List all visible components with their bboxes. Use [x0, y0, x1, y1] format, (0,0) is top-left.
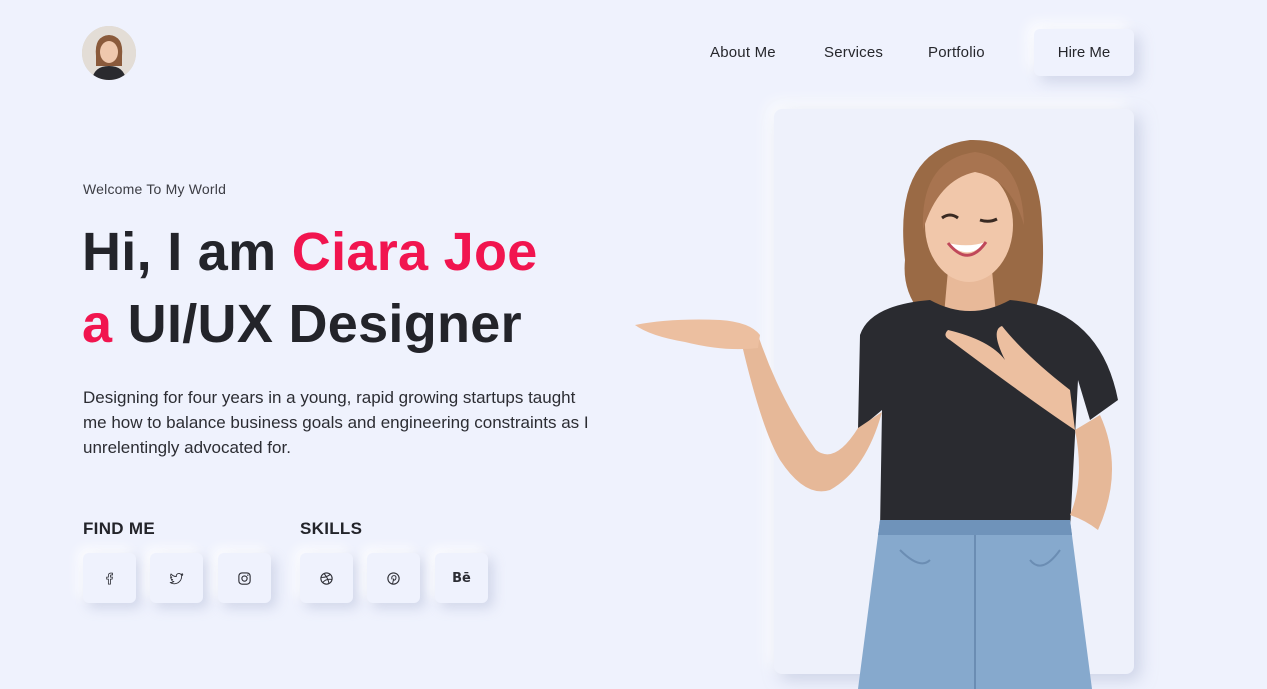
headline-greeting: Hi, I am	[82, 222, 292, 282]
instagram-button[interactable]	[218, 553, 271, 603]
dribbble-icon	[320, 571, 333, 585]
behance-button[interactable]: Bē	[435, 553, 488, 603]
portfolio-page: About Me Services Portfolio Hire Me Welc…	[0, 0, 1267, 689]
headline: Hi, I am Ciara Joe a UI/UX Designer	[82, 216, 642, 360]
nav-about-me[interactable]: About Me	[710, 44, 776, 61]
find-me-title: FIND ME	[83, 519, 155, 538]
behance-icon: Bē	[452, 570, 471, 586]
twitter-icon	[169, 572, 184, 584]
welcome-text: Welcome To My World	[83, 181, 227, 197]
nav-portfolio[interactable]: Portfolio	[928, 44, 985, 61]
headline-article: a	[82, 294, 113, 354]
instagram-icon	[238, 571, 251, 585]
avatar-image	[82, 26, 136, 80]
twitter-button[interactable]	[150, 553, 203, 603]
skills-title: SKILLS	[300, 519, 363, 538]
dribbble-button[interactable]	[300, 553, 353, 603]
pinterest-button[interactable]	[367, 553, 420, 603]
intro-paragraph: Designing for four years in a young, rap…	[83, 388, 589, 457]
pinterest-icon	[387, 571, 400, 585]
headline-role: UI/UX Designer	[112, 294, 522, 354]
hire-me-button[interactable]: Hire Me	[1034, 29, 1134, 76]
facebook-icon	[106, 572, 113, 585]
nav-services[interactable]: Services	[824, 44, 883, 61]
facebook-button[interactable]	[83, 553, 136, 603]
headline-name: Ciara Joe	[291, 222, 538, 282]
hero-photo	[635, 139, 1118, 689]
avatar[interactable]	[82, 26, 136, 80]
